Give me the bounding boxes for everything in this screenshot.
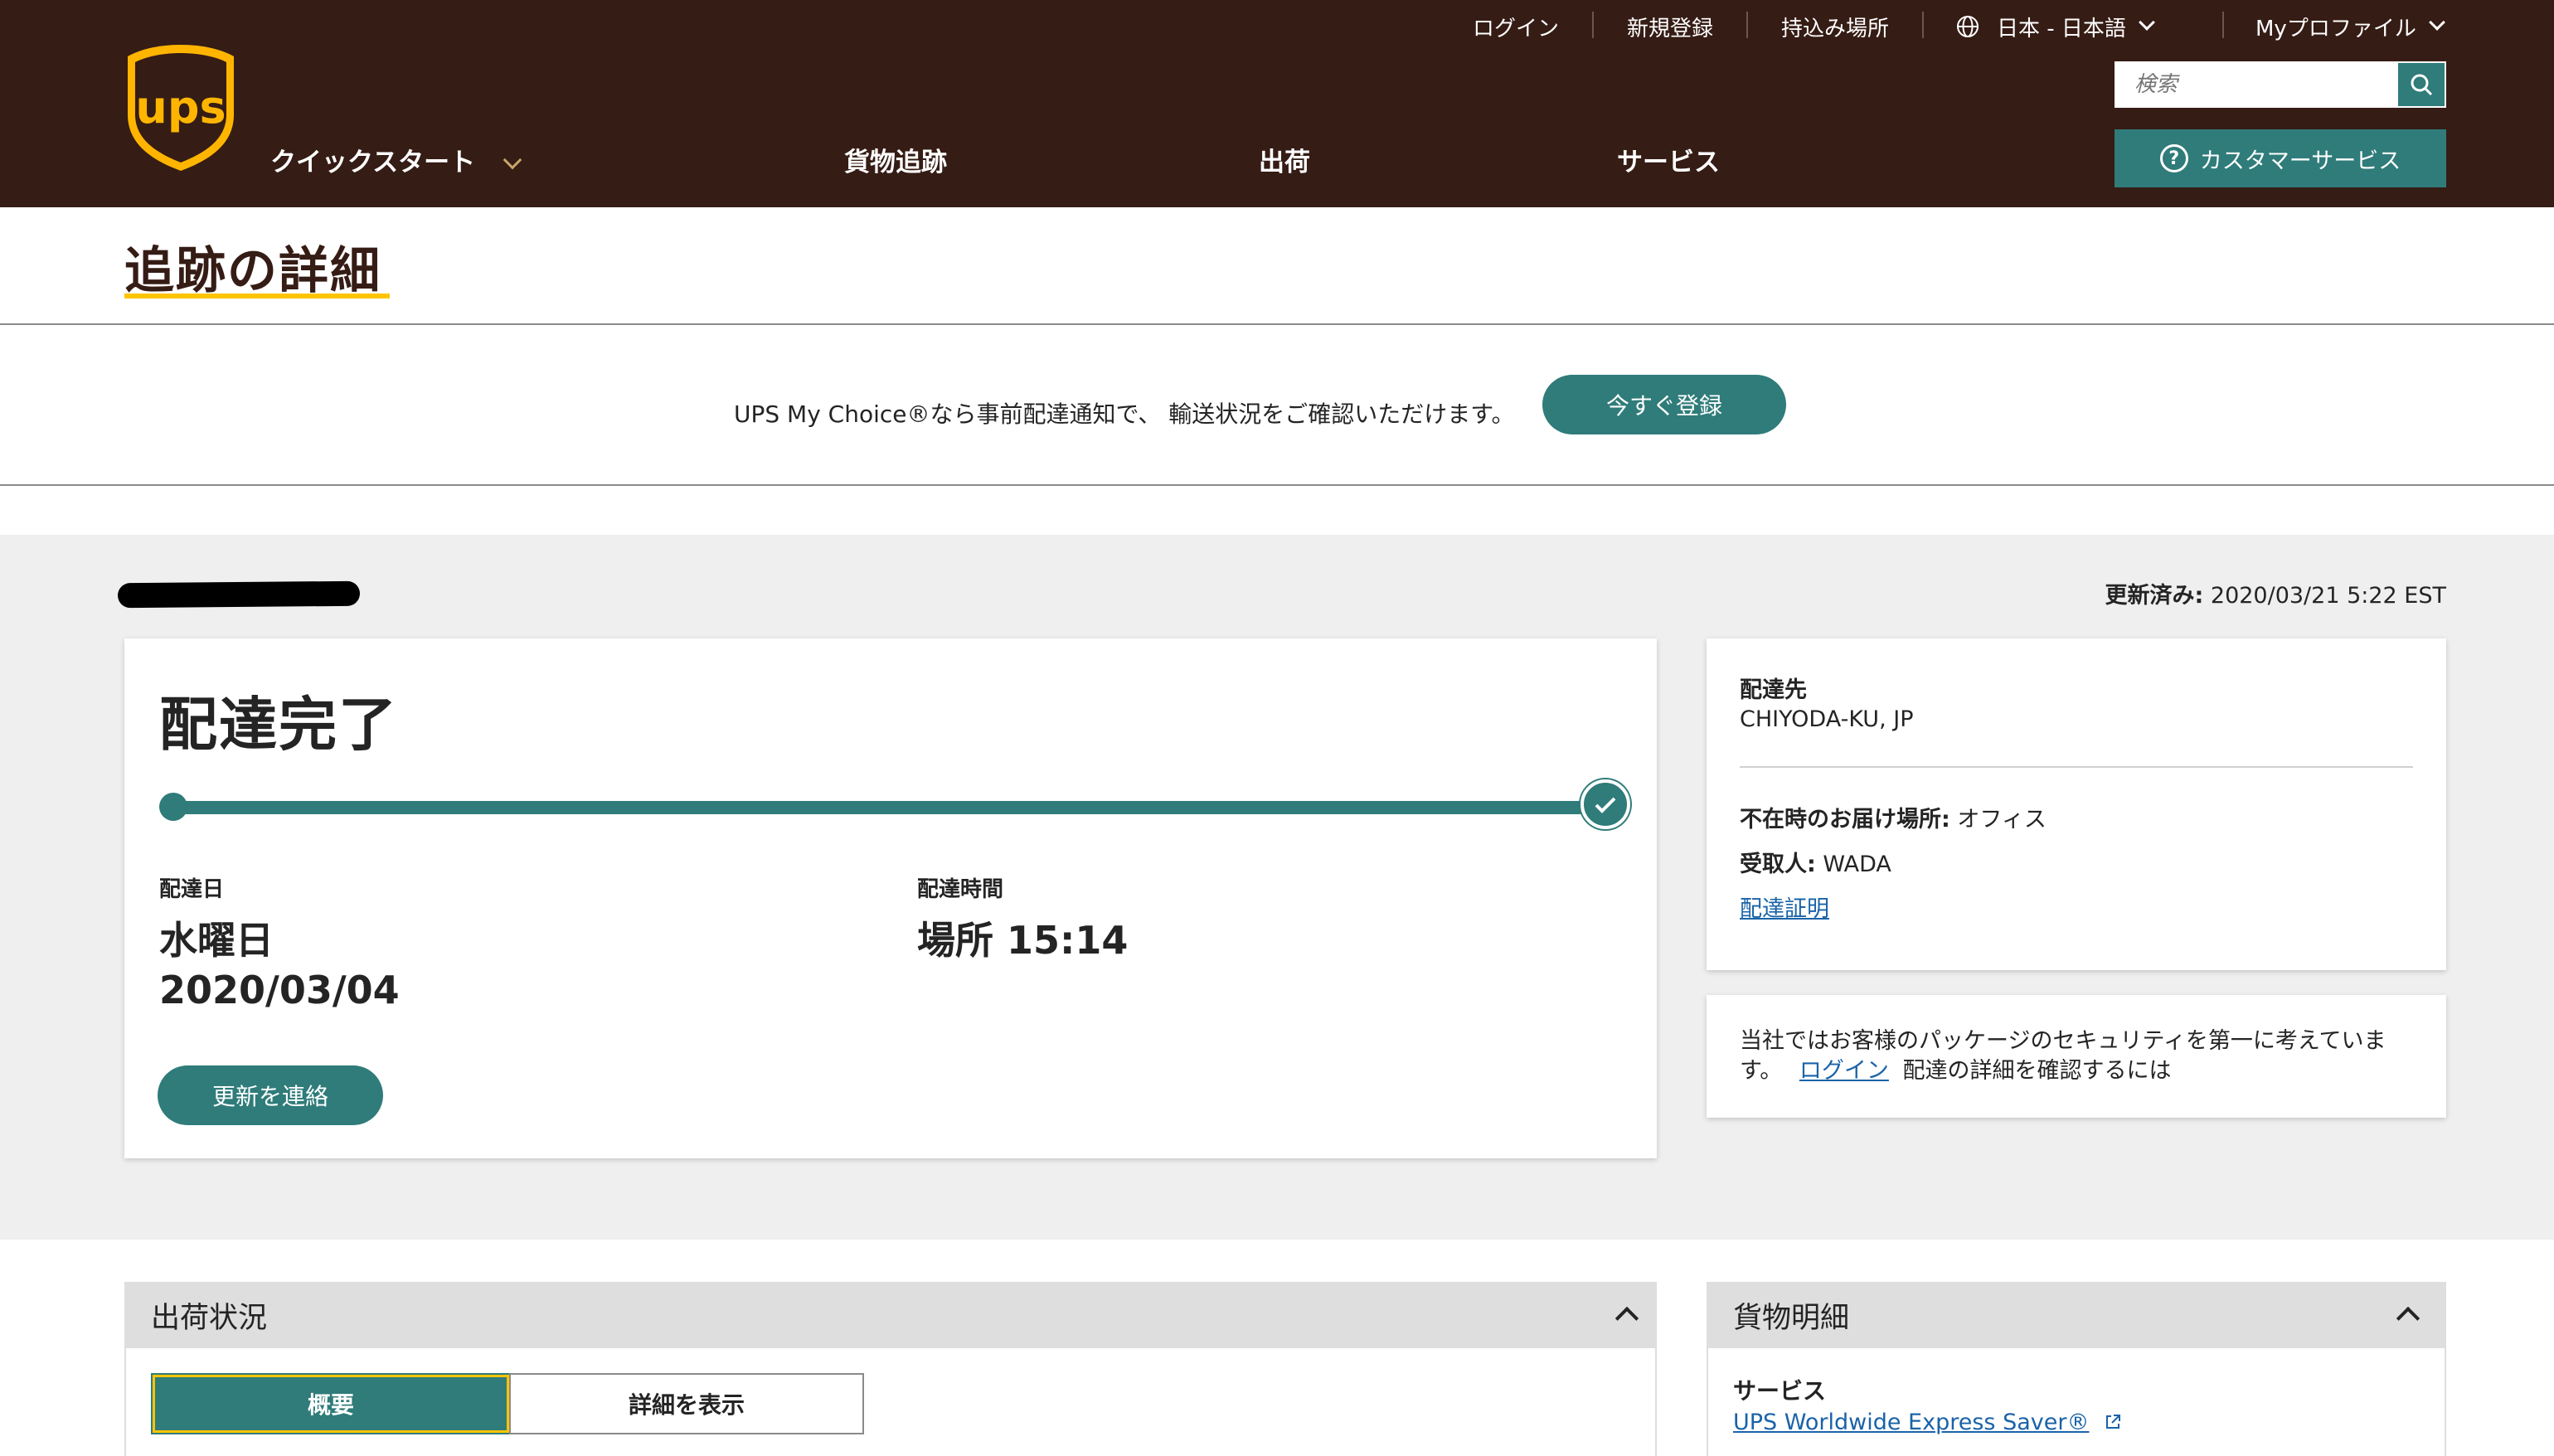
login-link[interactable]: ログイン [1473,8,1559,45]
nav-tracking[interactable]: 貨物追跡 [844,141,947,178]
cargo-details-panel-header[interactable]: 貨物明細 [1707,1282,2446,1348]
search-input[interactable] [2116,63,2398,106]
service-label: サービス [1733,1377,1827,1405]
nav-services[interactable]: サービス [1617,141,1720,178]
search-button[interactable] [2398,63,2445,106]
external-link-icon [2106,1415,2121,1429]
security-login-link[interactable]: ログイン [1799,1058,1889,1084]
customer-service-button[interactable]: ? カスタマーサービス [2115,129,2446,187]
search-icon [2411,74,2433,96]
last-updated: 更新済み: 2020/03/21 5:22 EST [2105,577,2446,609]
last-updated-label: 更新済み: [2105,583,2204,609]
help-icon: ? [2159,144,2188,172]
destination-card: 配達先 CHIYODA-KU, JP 不在時のお届け場所: オフィス 受取人: … [1707,638,2446,970]
delivery-status-title: 配達完了 [159,691,398,759]
delivery-status-card: 配達完了 配達日 水曜日 2020/03/04 配達時間 場所 15:14 更新… [124,638,1657,1158]
profile-label: Myプロファイル [2255,16,2416,41]
last-updated-value: 2020/03/21 5:22 EST [2210,583,2446,609]
tab-details[interactable]: 詳細を表示 [509,1373,864,1434]
utility-divider [1746,12,1748,38]
security-notice-card: 当社ではお客様のパッケージのセキュリティを第一に考えていま す。 ログイン 配達… [1707,995,2446,1118]
nav-shipping[interactable]: 出荷 [1259,141,1310,178]
proof-of-delivery-link[interactable]: 配達証明 [1740,891,1829,923]
security-text: 配達の詳細を確認するには [1902,1058,2172,1084]
leave-at-row: 不在時のお届け場所: オフィス [1740,801,2047,833]
divider [1740,766,2413,768]
security-text: す。 [1740,1058,1783,1084]
dropoff-location-link[interactable]: 持込み場所 [1781,8,1889,45]
contact-updates-button[interactable]: 更新を連絡 [158,1065,383,1125]
progress-bar [172,801,1611,814]
receiver-row: 受取人: WADA [1740,846,1891,878]
promo-text: UPS My Choice®なら事前配達通知で、 輸送状況をご確認いただけます。 [734,400,1515,428]
page-title: 追跡の詳細 [124,242,381,300]
leave-at-value: オフィス [1957,807,2047,832]
chevron-down-icon [2428,14,2445,31]
service-value: UPS Worldwide Express Saver® [1733,1410,2090,1435]
divider [0,323,2554,325]
leave-at-label: 不在時のお届け場所: [1740,807,1950,832]
security-text: 当社ではお客様のパッケージのセキュリティを第一に考えていま [1740,1028,2386,1054]
progress-complete-marker [1580,779,1630,829]
service-link[interactable]: UPS Worldwide Express Saver® [1733,1410,2123,1435]
utility-divider [1592,12,1594,38]
cargo-details-title: 貨物明細 [1733,1301,1850,1335]
destination-value: CHIYODA-KU, JP [1740,706,1914,732]
nav-quickstart-label: クイックスタート [270,148,476,177]
receiver-value: WADA [1823,852,1891,877]
ups-logo[interactable]: ups [124,43,237,172]
globe-icon [1957,16,1979,37]
shipment-status-title: 出荷状況 [151,1301,268,1335]
customer-service-label: カスタマーサービス [2199,148,2401,174]
profile-menu[interactable]: Myプロファイル [2255,8,2445,45]
search-box [2115,61,2446,108]
delivery-time-label: 配達時間 [917,877,1004,902]
delivery-time: 場所 15:14 [917,918,1129,963]
chevron-down-icon [503,150,522,170]
check-icon [1595,797,1616,813]
chevron-up-icon [1614,1306,1639,1331]
nav-quickstart[interactable]: クイックスタート [270,141,522,178]
delivery-date-label: 配達日 [159,877,225,902]
redacted-tracking-number [117,580,361,609]
tab-summary[interactable]: 概要 [151,1373,511,1434]
security-notice: 当社ではお客様のパッケージのセキュリティを第一に考えていま す。 ログイン 配達… [1740,1026,2420,1086]
title-underline [124,294,390,298]
cargo-details-panel-body: サービス UPS Worldwide Express Saver® [1707,1348,2446,1456]
divider [0,484,2554,486]
destination-label: 配達先 [1740,677,1807,703]
progress-start-dot [159,793,187,821]
delivery-date: 2020/03/04 [159,968,400,1012]
locale-label: 日本 - 日本語 [1997,16,2126,41]
receiver-label: 受取人: [1740,852,1816,877]
register-link[interactable]: 新規登録 [1627,8,1713,45]
chevron-down-icon [2139,14,2155,31]
locale-selector[interactable]: 日本 - 日本語 [1955,8,2155,45]
site-header: ups ログイン 新規登録 持込み場所 日本 - 日本語 Myプロファイル ? … [0,0,2554,207]
chevron-up-icon [2396,1306,2420,1331]
utility-divider [2222,12,2224,38]
shipment-status-panel-header[interactable]: 出荷状況 [124,1282,1657,1348]
utility-divider [1922,12,1924,38]
svg-text:ups: ups [135,81,226,133]
register-now-button[interactable]: 今すぐ登録 [1542,375,1786,434]
delivery-day: 水曜日 [159,918,274,963]
